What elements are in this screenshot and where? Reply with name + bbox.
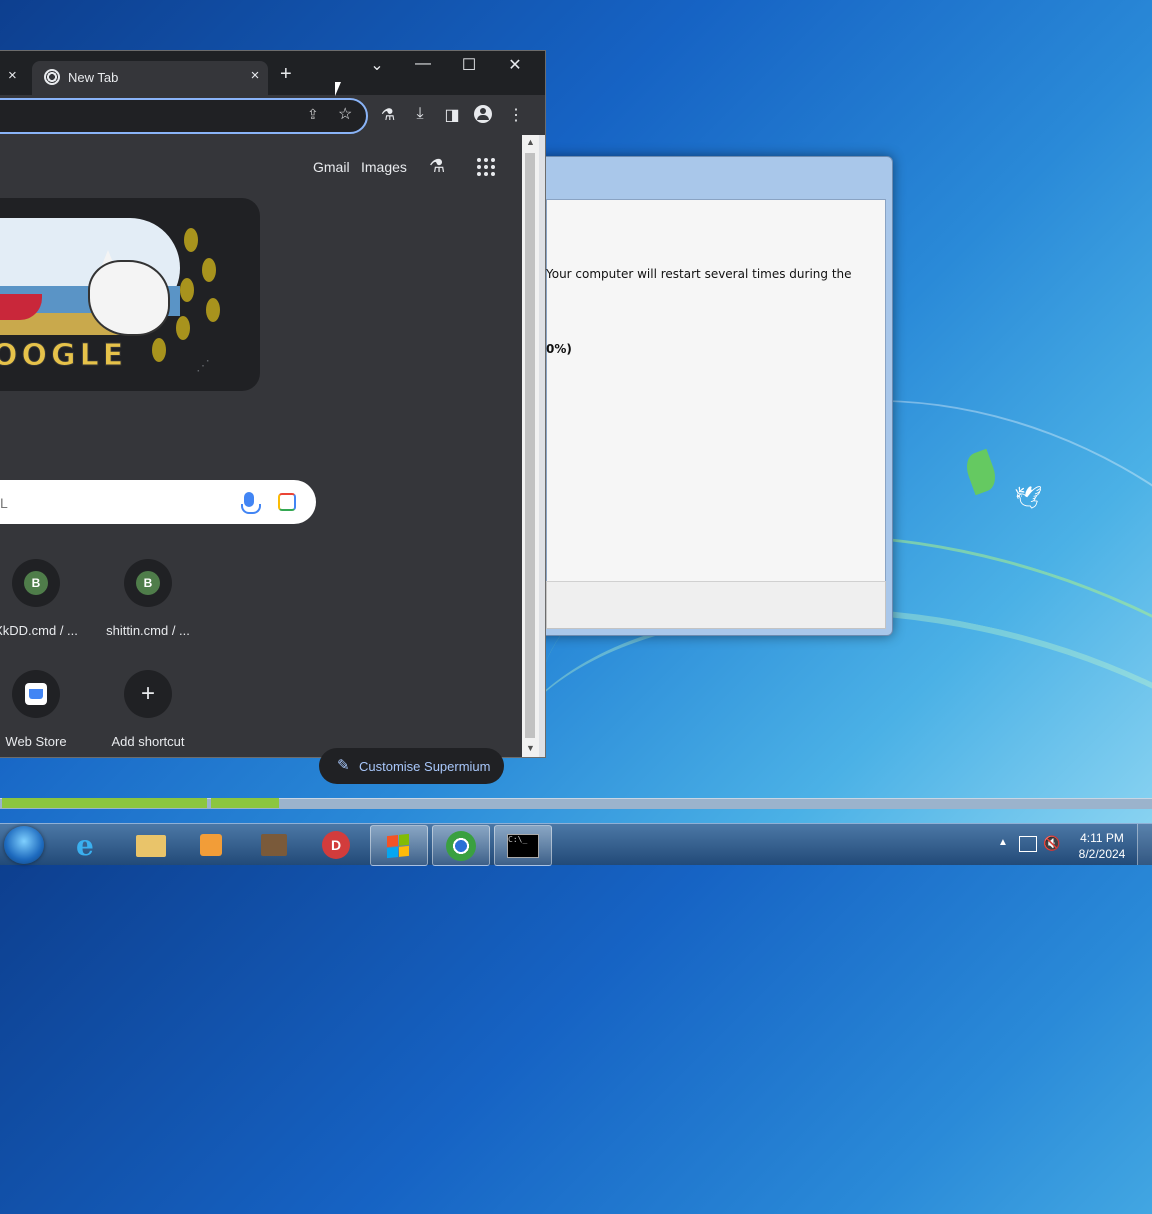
dialog-message: Your computer will restart several times… [546, 267, 852, 281]
images-link[interactable]: Images [361, 159, 407, 175]
shortcut-favicon: B [136, 571, 160, 595]
side-panel-icon[interactable]: ◨ [442, 105, 462, 125]
gmail-link[interactable]: Gmail [313, 159, 350, 175]
customise-label: Customise Supermium [359, 759, 491, 774]
download-icon[interactable]: ⤓ [410, 105, 430, 123]
chrome-icon [44, 69, 60, 85]
setup-progress-segment [2, 798, 207, 808]
browser-toolbar: ⇪ ☆ ⚗ ⤓ ◨ ⋮ [0, 95, 545, 135]
dialog-footer [546, 581, 886, 629]
tab-close-icon[interactable]: × [246, 67, 264, 84]
labs-icon[interactable]: ⚗ [378, 105, 398, 125]
start-orb[interactable] [4, 826, 44, 864]
minimize-button[interactable]: — [408, 55, 438, 73]
volume-muted-icon[interactable]: 🔇 [1043, 835, 1060, 852]
clock-date: 8/2/2024 [1078, 847, 1126, 861]
new-tab-button[interactable]: + [280, 63, 292, 86]
tab-new-tab[interactable]: New Tab × [32, 61, 268, 95]
tab-strip: × New Tab × + ⌄ — ☐ ✕ [0, 51, 545, 95]
doodle-logo-text: OOGLE [0, 338, 128, 374]
cmd-icon[interactable]: C:\_ [494, 825, 552, 866]
web-store-icon [25, 683, 47, 705]
setup-progress-segment [211, 798, 279, 808]
profile-icon[interactable] [474, 105, 492, 123]
shortcut-label: shittin.cmd / ... [106, 623, 190, 638]
tab-search-dropdown-icon[interactable]: ⌄ [362, 55, 392, 75]
vertical-scrollbar[interactable]: ▲ ▼ [522, 135, 539, 757]
search-box[interactable]: L [0, 480, 316, 524]
close-button[interactable]: ✕ [500, 55, 530, 75]
customise-button[interactable]: ✎ Customise Supermium [319, 748, 504, 784]
clock-time: 4:11 PM [1080, 831, 1124, 845]
media-player-icon[interactable] [184, 825, 240, 864]
search-placeholder: L [0, 495, 8, 511]
show-hidden-icons-icon[interactable]: ▲ [998, 837, 1008, 848]
wallpaper-bird-icon: 🕊 [1014, 485, 1042, 510]
prev-tab-close-icon[interactable]: × [8, 67, 17, 84]
labs-icon[interactable]: ⚗ [429, 156, 445, 177]
tab-title: New Tab [68, 70, 119, 85]
app-d-icon[interactable]: D [308, 825, 364, 864]
browser-window[interactable]: × New Tab × + ⌄ — ☐ ✕ ⇪ ☆ ⚗ ⤓ ◨ ⋮ Gmail … [0, 50, 546, 784]
menu-icon[interactable]: ⋮ [506, 105, 526, 125]
plus-icon: + [140, 680, 155, 707]
system-clock[interactable]: 4:11 PM 8/2/2024 [1074, 830, 1130, 862]
scroll-down-icon[interactable]: ▼ [526, 743, 535, 753]
windows-setup-icon[interactable] [370, 825, 428, 866]
mouse-cursor-icon [335, 82, 341, 96]
shortcut-label: Add shortcut [111, 734, 185, 749]
star-icon[interactable]: ☆ [338, 104, 352, 124]
scroll-up-icon[interactable]: ▲ [526, 137, 535, 147]
browser-icon[interactable] [432, 825, 490, 866]
archive-icon[interactable] [246, 825, 302, 864]
pencil-icon: ✎ [337, 757, 350, 774]
dialog-progress-percent: 0%) [546, 342, 572, 356]
internet-explorer-icon[interactable]: e [62, 825, 118, 864]
share-icon[interactable]: ⋰ [196, 357, 210, 374]
dog-illustration [88, 260, 170, 336]
taskbar: e D C:\_ ▲ 🔇 4:11 PM 8/2/2024 [0, 823, 1152, 866]
address-bar[interactable]: ⇪ ☆ [0, 98, 368, 134]
file-explorer-icon[interactable] [124, 825, 180, 864]
show-desktop-button[interactable] [1137, 824, 1152, 865]
scrollbar-thumb[interactable] [525, 153, 535, 738]
maximize-button[interactable]: ☐ [454, 55, 484, 75]
share-icon[interactable]: ⇪ [307, 106, 319, 123]
google-lens-icon[interactable] [278, 493, 296, 511]
network-icon[interactable] [1019, 836, 1037, 852]
shortcut-favicon: B [24, 571, 48, 595]
new-tab-page: Gmail Images ⚗ OOGLE ⋰ L B XkDD.cmd / ..… [0, 135, 522, 784]
dialog-content: Your computer will restart several times… [546, 199, 886, 589]
setup-dialog-window[interactable]: Your computer will restart several times… [530, 156, 893, 636]
google-doodle[interactable]: OOGLE ⋰ [0, 198, 260, 391]
apps-grid-icon[interactable] [477, 158, 497, 178]
